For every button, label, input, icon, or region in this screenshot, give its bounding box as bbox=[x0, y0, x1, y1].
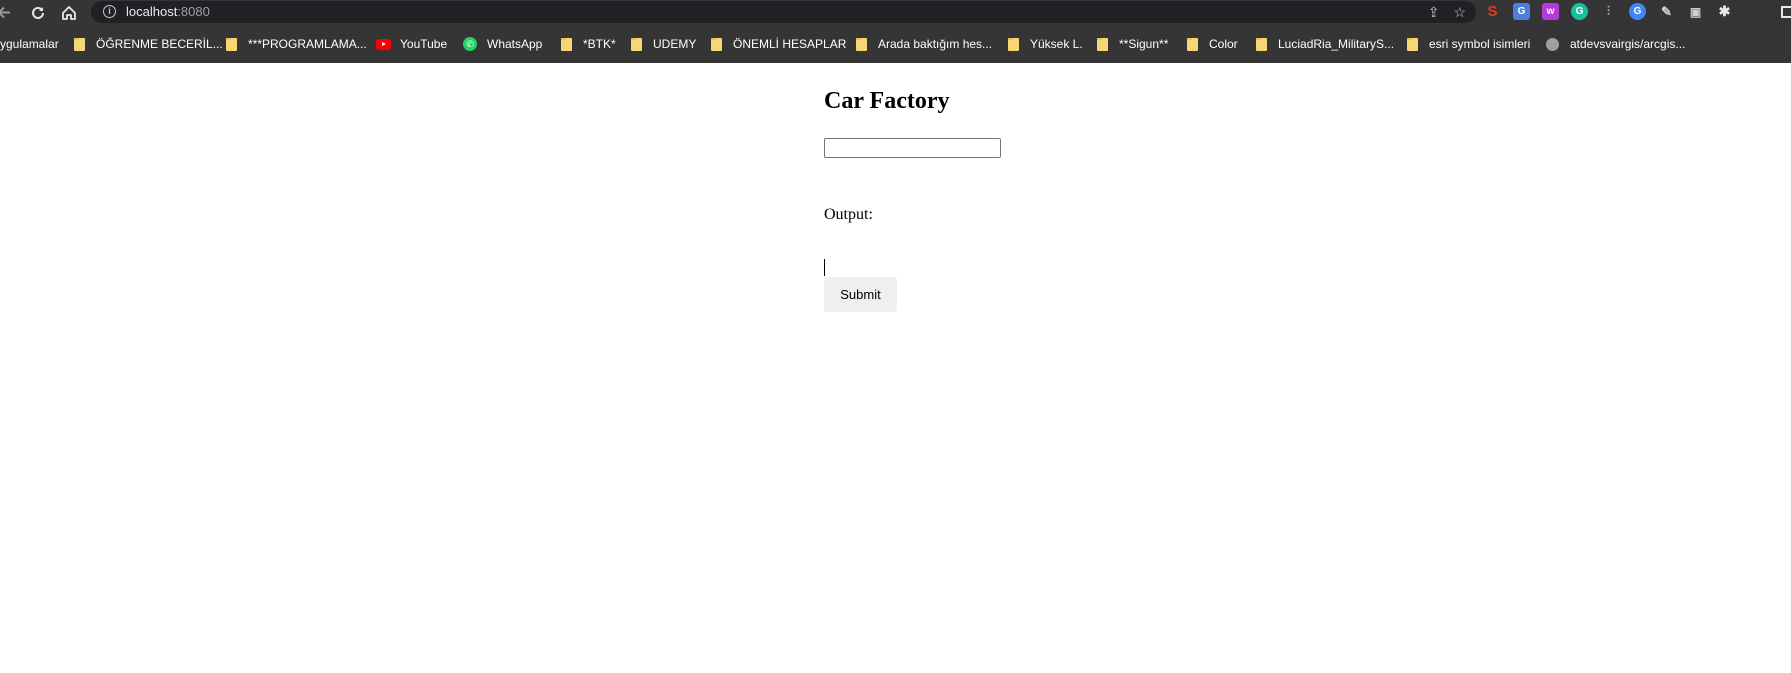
folder-icon bbox=[1097, 37, 1108, 51]
puzzle-icon[interactable]: ✱ bbox=[1716, 3, 1733, 20]
bookmark-label: ÖNEMLİ HESAPLAR bbox=[733, 37, 847, 51]
bookmark-label: *BTK* bbox=[583, 37, 616, 51]
bookmark-label: Yüksek L. bbox=[1030, 37, 1083, 51]
page-title: Car Factory bbox=[824, 88, 950, 114]
bookmark-label: UDEMY bbox=[653, 37, 697, 51]
side-panel-icon[interactable] bbox=[1781, 6, 1791, 18]
bookmark-label: WhatsApp bbox=[487, 37, 543, 51]
car-input[interactable] bbox=[824, 138, 1001, 158]
folder-icon bbox=[226, 37, 237, 51]
bookmark-folder[interactable]: LuciadRia_MilitaryS... bbox=[1256, 36, 1394, 52]
output-label: Output: bbox=[824, 206, 873, 223]
browser-toolbar: i localhost:8080 ⇪ ☆ S G w G ⫶ G ✎ ▣ ✱ bbox=[0, 0, 1791, 25]
bookmark-folder[interactable]: *BTK* bbox=[561, 36, 616, 52]
bookmark-label: Color bbox=[1209, 37, 1238, 51]
folder-icon bbox=[1407, 37, 1418, 51]
back-arrow-icon[interactable] bbox=[0, 4, 12, 21]
site-info-icon[interactable]: i bbox=[103, 5, 116, 18]
bookmark-label: YouTube bbox=[400, 37, 448, 51]
bookmark-label: LuciadRia_MilitaryS... bbox=[1278, 37, 1395, 51]
folder-icon bbox=[1256, 37, 1267, 51]
url-port: :8080 bbox=[177, 4, 210, 19]
bookmark-label: ygulamalar bbox=[0, 37, 59, 51]
folder-icon bbox=[631, 37, 642, 51]
whatsapp-icon: ✆ bbox=[463, 37, 477, 51]
bookmark-label: atdevsvairgis/arcgis... bbox=[1570, 37, 1686, 51]
home-icon[interactable] bbox=[59, 3, 79, 22]
globe-icon bbox=[1546, 37, 1559, 51]
url-host: localhost bbox=[126, 4, 178, 19]
bookmark-youtube[interactable]: YouTube bbox=[376, 36, 447, 52]
extension-pen-icon[interactable]: ✎ bbox=[1658, 3, 1675, 20]
extension-google-icon[interactable]: G bbox=[1629, 3, 1646, 20]
reload-icon[interactable] bbox=[28, 3, 48, 22]
folder-icon bbox=[711, 37, 722, 51]
extension-box-icon[interactable]: ▣ bbox=[1687, 3, 1704, 20]
bookmark-folder[interactable]: **Sigun** bbox=[1097, 36, 1168, 52]
extension-grammarly-icon[interactable]: G bbox=[1571, 3, 1588, 20]
extension-chart-icon[interactable]: ⫶ bbox=[1600, 3, 1617, 20]
bookmark-folder[interactable]: Color bbox=[1187, 36, 1238, 52]
url-text[interactable]: localhost:8080 bbox=[126, 4, 210, 19]
bookmark-label: esri symbol isimleri bbox=[1429, 37, 1531, 51]
address-bar[interactable]: i localhost:8080 ⇪ ☆ bbox=[91, 1, 1476, 23]
bookmark-folder[interactable]: esri symbol isimleri bbox=[1407, 36, 1530, 52]
extension-translate-icon[interactable]: G bbox=[1513, 3, 1530, 20]
star-icon[interactable]: ☆ bbox=[1453, 3, 1466, 21]
bookmark-label: Arada baktığım hes... bbox=[878, 37, 993, 51]
bookmark-label: ÖĞRENME BECERİL... bbox=[96, 37, 223, 51]
bookmark-label: **Sigun** bbox=[1119, 37, 1169, 51]
folder-icon bbox=[1187, 37, 1198, 51]
bookmark-folder[interactable]: Yüksek L. bbox=[1008, 36, 1083, 52]
bookmark-folder[interactable]: Arada baktığım hes... bbox=[856, 36, 992, 52]
folder-icon bbox=[561, 37, 572, 51]
folder-icon bbox=[74, 37, 85, 51]
extension-s-icon[interactable]: S bbox=[1484, 3, 1501, 20]
folder-icon bbox=[856, 37, 867, 51]
bookmark-apps[interactable]: ygulamalar bbox=[0, 36, 59, 52]
bookmark-whatsapp[interactable]: ✆ WhatsApp bbox=[463, 36, 542, 52]
submit-button[interactable]: Submit bbox=[824, 277, 897, 312]
youtube-icon bbox=[376, 38, 391, 50]
share-icon[interactable]: ⇪ bbox=[1428, 3, 1440, 21]
extensions-area: S G w G ⫶ G ✎ ▣ ✱ bbox=[1484, 3, 1733, 20]
bookmark-folder[interactable]: ***PROGRAMLAMA... bbox=[226, 36, 367, 52]
text-caret bbox=[824, 259, 825, 276]
bookmark-folder[interactable]: ÖĞRENME BECERİL... bbox=[74, 36, 223, 52]
folder-icon bbox=[1008, 37, 1019, 51]
bookmark-folder[interactable]: ÖNEMLİ HESAPLAR bbox=[711, 36, 846, 52]
bookmarks-bar: ygulamalar ÖĞRENME BECERİL... ***PROGRAM… bbox=[0, 25, 1791, 63]
bookmark-label: ***PROGRAMLAMA... bbox=[248, 37, 367, 51]
bookmark-arcgis[interactable]: atdevsvairgis/arcgis... bbox=[1546, 36, 1685, 52]
bookmark-folder[interactable]: UDEMY bbox=[631, 36, 696, 52]
extension-purple-icon[interactable]: w bbox=[1542, 3, 1559, 20]
